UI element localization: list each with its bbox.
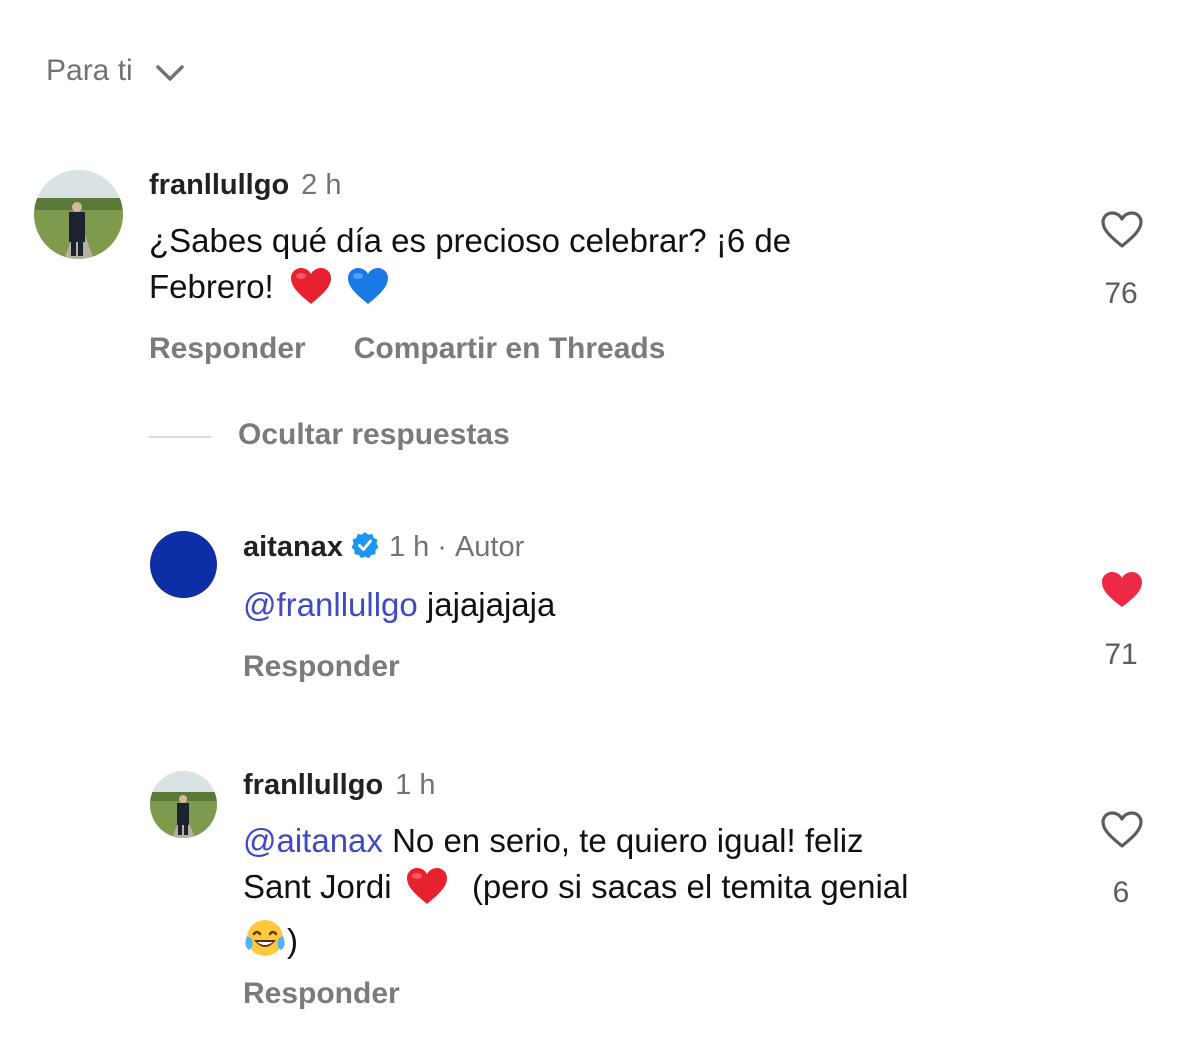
like-count: 71: [1104, 638, 1138, 671]
comment-time: 2 h: [301, 169, 342, 201]
reply-text: @franllullgo jajajajaja: [243, 586, 556, 623]
reply-button[interactable]: Responder: [243, 650, 400, 684]
heart-icon[interactable]: [1100, 210, 1144, 255]
like-count: 76: [1104, 277, 1138, 310]
avatar[interactable]: [150, 771, 217, 838]
replies-divider: [149, 436, 211, 438]
reply-username[interactable]: aitanax: [243, 531, 343, 564]
comment-username[interactable]: franllullgo: [149, 169, 289, 202]
mention-link[interactable]: @aitanax: [243, 822, 383, 859]
meta-separator: ·: [437, 531, 447, 563]
tears-of-joy-emoji: [243, 918, 287, 972]
reply-button[interactable]: Responder: [243, 977, 400, 1011]
like-count: 6: [1112, 876, 1130, 909]
reply-time: 1 h: [388, 531, 430, 563]
reply-username[interactable]: franllullgo: [243, 769, 383, 802]
red-heart-emoji: [289, 266, 333, 318]
blue-heart-emoji: [346, 266, 390, 318]
red-heart-emoji: [405, 866, 449, 918]
author-badge: Autor: [454, 531, 525, 563]
avatar[interactable]: [150, 531, 217, 598]
mention-link[interactable]: @franllullgo: [243, 586, 418, 623]
reply-button[interactable]: Responder: [149, 332, 306, 366]
share-threads-button[interactable]: Compartir en Threads: [354, 332, 666, 366]
verified-badge-icon: [351, 531, 379, 564]
reply-text: @aitanax No en serio, te quiero igual! f…: [243, 818, 1063, 972]
sort-dropdown[interactable]: Para ti: [46, 52, 185, 90]
avatar[interactable]: [34, 170, 123, 259]
hide-replies-button[interactable]: Ocultar respuestas: [238, 418, 510, 452]
reply-time: 1 h: [395, 769, 436, 801]
chevron-down-icon: [155, 56, 185, 90]
heart-icon[interactable]: [1100, 810, 1144, 855]
heart-filled-icon[interactable]: [1100, 570, 1144, 615]
sort-label: Para ti: [46, 54, 133, 87]
comment-text: ¿Sabes qué día es precioso celebrar? ¡6 …: [149, 218, 1049, 318]
